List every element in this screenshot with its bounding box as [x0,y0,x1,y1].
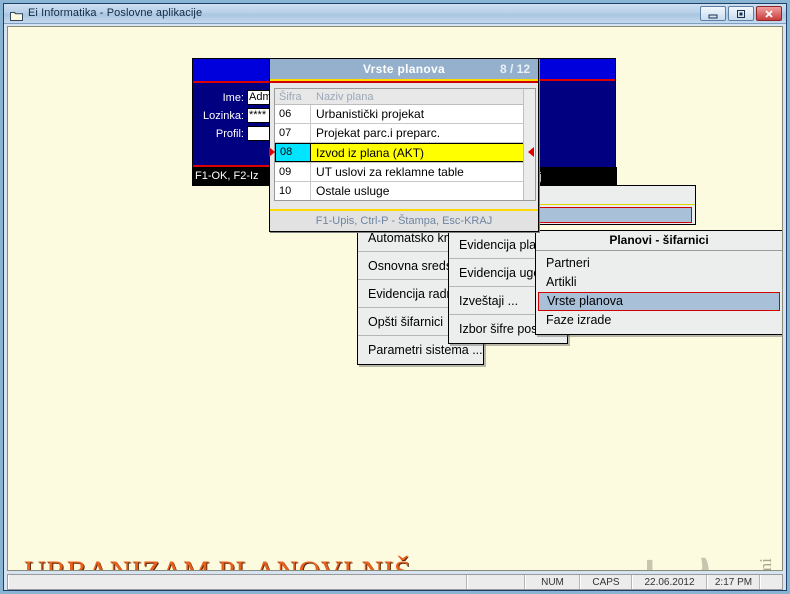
grid-header-row: Šifra Naziv plana [275,89,523,105]
plan-types-grid: Šifra Naziv plana 06 Urbanistički projek… [274,88,536,201]
watermark-tagline: informacioni sistemi [756,558,776,571]
menu-planovi-sifarnici: Planovi - šifarnici Partneri Artikli Vrs… [535,230,783,335]
status-cell-blank [467,575,525,589]
row-marker-right-icon [528,147,534,157]
login-label-profile: Profil: [216,128,247,140]
secondary-blue-panel-header [537,59,615,81]
cell-naziv: Urbanistički projekat [311,105,523,123]
cell-sifra: 06 [275,105,311,123]
status-cell-resize-grip[interactable] [760,575,782,589]
cell-naziv: Ostale usluge [311,182,523,200]
table-row[interactable]: 06 Urbanistički projekat [275,105,523,124]
secondary-blue-panel: j [536,58,616,188]
secondary-blue-panel-footer: j [537,167,617,187]
close-button[interactable] [756,6,782,21]
dialog-title-bar: Vrste planova 8 / 12 [270,59,538,81]
dialog-record-counter: 8 / 12 [500,62,530,76]
grid-scrollbar[interactable] [523,89,535,200]
menu-item-artikli[interactable]: Artikli [538,273,780,292]
minimize-button[interactable] [700,6,726,21]
status-cell-time: 2:17 PM [707,575,760,589]
close-icon [763,9,775,19]
cell-naziv: Projekat parc.i preparc. [311,124,523,142]
grid-body: Šifra Naziv plana 06 Urbanistički projek… [275,89,523,200]
login-label-name: Ime: [223,92,247,104]
cell-sifra: 09 [275,163,311,181]
restore-icon [735,9,747,19]
application-window: Ei Informatika - Poslovne aplikacije [3,3,787,591]
window-title: Ei Informatika - Poslovne aplikacije [28,7,202,19]
vrste-planova-dialog: Vrste planova 8 / 12 Šifra Naziv plana 0… [269,58,539,232]
status-cell-num: NUM [525,575,580,589]
status-cell-date: 22.06.2012 [632,575,707,589]
status-cell-message [8,575,467,589]
cell-sifra: 10 [275,182,311,200]
cell-naziv: Izvod iz plana (AKT) [311,143,523,162]
dialog-hint-text: F1-Upis, Ctrl-P - Štampa, Esc-KRAJ [270,211,538,231]
table-row-selected[interactable]: 08 Izvod iz plana (AKT) [275,143,523,163]
cell-sifra: 08 [275,143,311,162]
login-label-password: Lozinka: [203,110,247,122]
restore-button[interactable] [728,6,754,21]
login-panel: Ime: Adm Lozinka: **** Profil: F1-OK, F2… [192,58,276,186]
table-row[interactable]: 10 Ostale usluge [275,182,523,200]
login-panel-header [193,59,275,83]
window-controls [700,6,782,21]
login-status-bar: F1-OK, F2-Iz [193,165,277,185]
screen: Ei Informatika - Poslovne aplikacije [0,0,790,594]
menu-planovi-sifarnici-title: Planovi - šifarnici [536,231,782,251]
folder-icon [10,8,23,19]
dialog-title: Vrste planova [270,62,538,76]
table-row[interactable]: 09 UT uslovi za reklamne table [275,163,523,182]
menu-item-vrste-planova[interactable]: Vrste planova [538,292,780,311]
app-logo-text: URBANIZAM PLANOVI NIŠ [24,555,411,571]
cell-sifra: 07 [275,124,311,142]
row-marker-left-icon [269,147,275,157]
status-bar: NUM CAPS 22.06.2012 2:17 PM [7,574,783,590]
watermark-brand: Next [587,560,740,571]
client-area: Next informacioni sistemi Ime: Adm Lozin… [7,26,783,571]
column-header-sifra: Šifra [275,91,311,103]
minimize-icon [707,9,719,19]
menu-item-faze-izrade[interactable]: Faze izrade [538,311,780,330]
table-row[interactable]: 07 Projekat parc.i preparc. [275,124,523,143]
status-cell-caps: CAPS [580,575,632,589]
dialog-status-bar: F1-Upis, Ctrl-P - Štampa, Esc-KRAJ [270,209,538,231]
menu-item-partneri[interactable]: Partneri [538,254,780,273]
cell-naziv: UT uslovi za reklamne table [311,163,523,181]
column-header-naziv: Naziv plana [311,91,523,103]
window-title-bar[interactable]: Ei Informatika - Poslovne aplikacije [4,4,786,24]
login-panel-body: Ime: Adm Lozinka: **** Profil: [193,83,275,163]
